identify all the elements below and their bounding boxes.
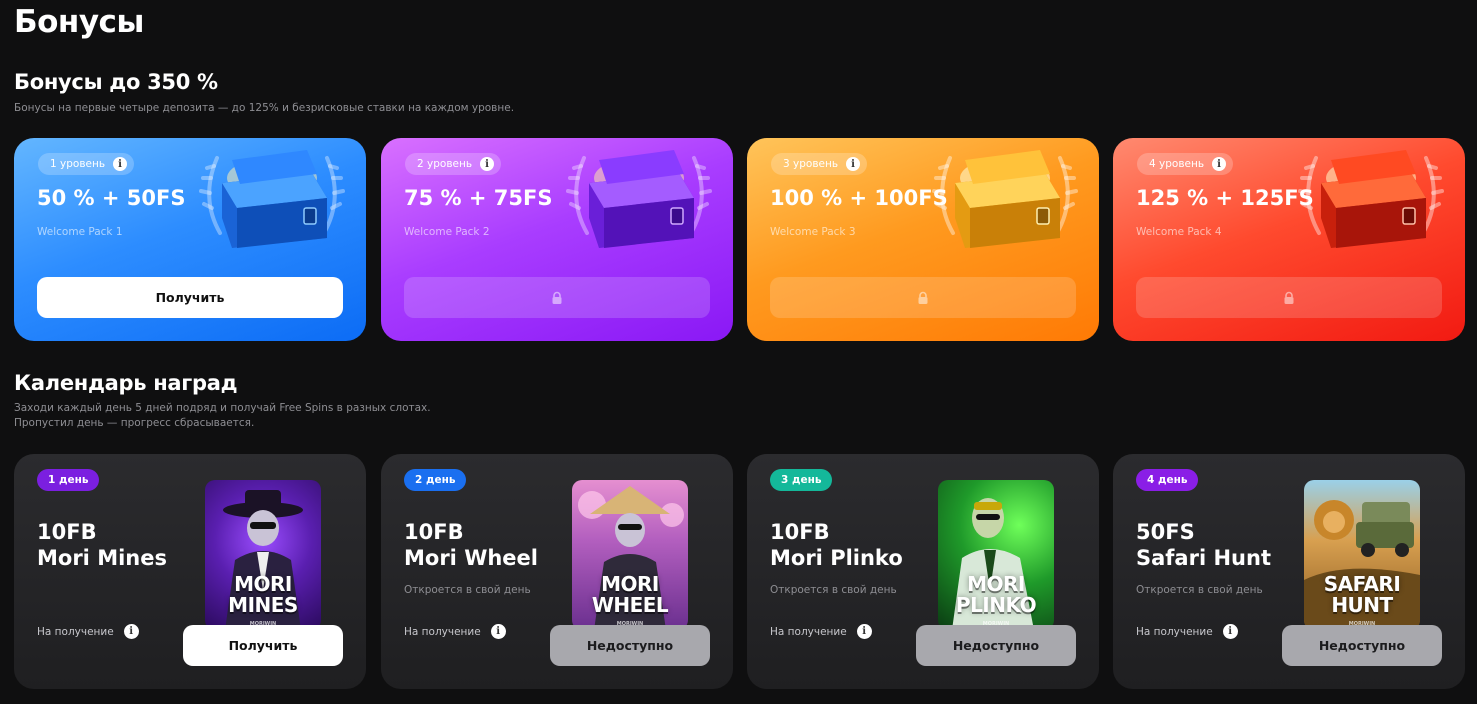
receive-label: На получение i [404,624,506,639]
prize-game: Mori Mines [37,546,167,570]
calendar-day-card-4: 4 день 50FS Safari Hunt Откроется в свой… [1113,454,1465,689]
day-prize: 10FB Mori Mines [37,519,167,571]
day-prize: 10FB Mori Wheel [404,519,538,571]
bonus-amount: 50 % + 50FS [37,186,186,210]
day-badge: 1 день [37,469,100,491]
calendar-day-card-3: 3 день 10FB Mori Plinko Откроется в свой… [747,454,1099,689]
level-label: 2 уровень [417,158,473,170]
game-title: MORI MINES [228,572,298,617]
prize-game: Mori Wheel [404,546,538,570]
level-badge: 3 уровень i [771,153,868,175]
bonus-amount: 100 % + 100FS [770,186,948,210]
game-thumbnail-mori-mines[interactable]: MORI MINES MORIWIN [205,480,321,630]
day-prize: 10FB Mori Plinko [770,519,903,571]
day-badge: 2 день [404,469,467,491]
info-icon[interactable]: i [113,157,128,171]
locked-button[interactable] [1136,277,1442,318]
receive-label: На получение i [1136,624,1238,639]
prize-amount: 10FB [37,520,97,544]
pack-name: Welcome Pack 4 [1136,226,1222,238]
game-thumbnail-mori-plinko[interactable]: MORI PLINKO MORIWIN [938,480,1054,630]
unlock-note: Откроется в свой день [770,584,897,596]
bonuses-section-subtitle: Бонусы на первые четыре депозита — до 12… [14,102,515,114]
calendar-day-card-2: 2 день 10FB Mori Wheel Откроется в свой … [381,454,733,689]
prize-game: Safari Hunt [1136,546,1271,570]
unlock-note: Откроется в свой день [404,584,531,596]
bonuses-section-title: Бонусы до 350 % [14,70,218,94]
claim-button[interactable]: Получить [37,277,343,318]
bonus-amount: 75 % + 75FS [404,186,553,210]
unavailable-button[interactable]: Недоступно [1282,625,1442,666]
info-icon[interactable]: i [490,624,506,639]
page-title: Бонусы [14,4,144,40]
calendar-section-subtitle-2: Пропустил день — прогресс сбрасывается. [14,417,255,429]
unlock-note: Откроется в свой день [1136,584,1263,596]
claim-day-button[interactable]: Получить [183,625,343,666]
day-prize: 50FS Safari Hunt [1136,519,1271,571]
receive-label: На получение i [37,624,139,639]
gold-chest-image [932,150,1078,248]
info-icon[interactable]: i [846,157,861,171]
lock-icon [918,291,928,304]
level-badge: 4 уровень i [1137,153,1234,175]
info-icon[interactable]: i [480,157,495,171]
info-icon[interactable]: i [1222,624,1238,639]
pack-name: Welcome Pack 2 [404,226,490,238]
red-chest-image [1298,150,1444,248]
calendar-section-title: Календарь наград [14,371,238,395]
purple-chest-image [566,150,712,248]
blue-chest-image [199,150,345,248]
game-thumbnail-mori-wheel[interactable]: MORI WHEEL MORIWIN [572,480,688,630]
level-badge: 2 уровень i [405,153,502,175]
day-badge: 3 день [770,469,833,491]
bonus-card-level-2: 2 уровень i 75 % + 75FS Welcome Pack 2 [381,138,733,341]
level-label: 3 уровень [783,158,839,170]
calendar-section-subtitle-1: Заходи каждый день 5 дней подряд и получ… [14,402,431,414]
pack-name: Welcome Pack 1 [37,226,123,238]
calendar-day-card-1: 1 день 10FB Mori Mines MORI MINES MORIWIN… [14,454,366,689]
game-title: SAFARI HUNT [1323,572,1401,617]
prize-amount: 10FB [404,520,464,544]
locked-button[interactable] [770,277,1076,318]
bonus-card-level-4: 4 уровень i 125 % + 125FS Welcome Pack 4 [1113,138,1465,341]
level-badge: 1 уровень i [38,153,135,175]
prize-amount: 10FB [770,520,830,544]
info-icon[interactable]: i [856,624,872,639]
info-icon[interactable]: i [123,624,139,639]
game-title: MORI WHEEL [591,572,669,617]
level-label: 1 уровень [50,158,106,170]
level-label: 4 уровень [1149,158,1205,170]
lock-icon [552,291,562,304]
receive-label: На получение i [770,624,872,639]
game-title: MORI PLINKO [955,572,1037,617]
unavailable-button[interactable]: Недоступно [550,625,710,666]
locked-button[interactable] [404,277,710,318]
info-icon[interactable]: i [1212,157,1227,171]
unavailable-button[interactable]: Недоступно [916,625,1076,666]
lock-icon [1284,291,1294,304]
pack-name: Welcome Pack 3 [770,226,856,238]
bonus-card-level-1: 1 уровень i 50 % + 50FS Welcome Pack 1 П… [14,138,366,341]
prize-amount: 50FS [1136,520,1195,544]
bonus-card-level-3: 3 уровень i 100 % + 100FS Welcome Pack 3 [747,138,1099,341]
bonus-amount: 125 % + 125FS [1136,186,1314,210]
prize-game: Mori Plinko [770,546,903,570]
day-badge: 4 день [1136,469,1199,491]
game-thumbnail-safari-hunt[interactable]: SAFARI HUNT MORIWIN [1304,480,1420,630]
